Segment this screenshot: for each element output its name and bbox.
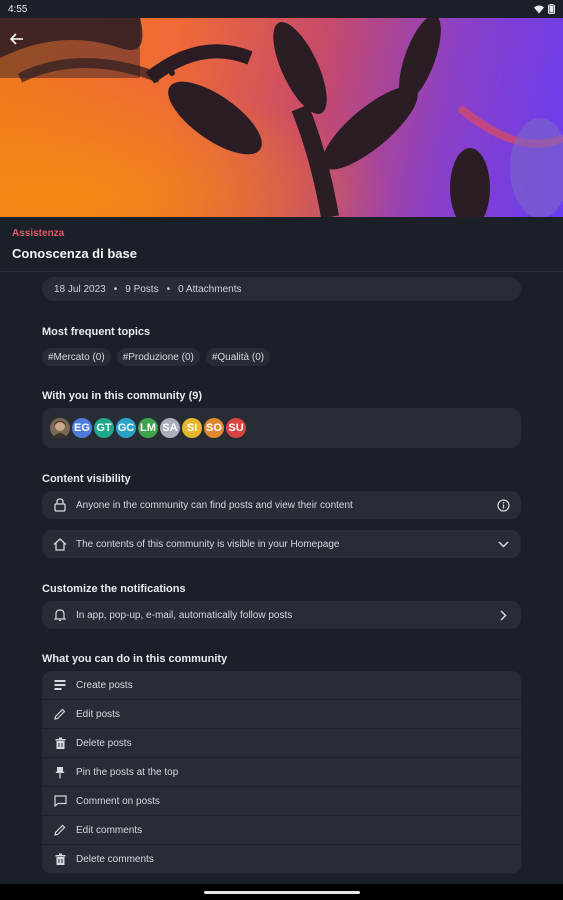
permission-label: Edit comments [76, 824, 143, 836]
cover-artwork [0, 18, 563, 217]
separator-dot: • [166, 283, 171, 295]
topic-chip[interactable]: #Produzione (0) [116, 348, 200, 366]
community-cover-image [0, 18, 563, 217]
posts-count: 9 Posts [125, 283, 159, 295]
topic-chip[interactable]: #Mercato (0) [42, 348, 111, 366]
list-item: Edit posts [42, 700, 521, 729]
separator-dot: • [113, 283, 118, 295]
lock-icon [52, 497, 68, 513]
community-details: 18 Jul 2023 • 9 Posts • 0 Attachments Mo… [42, 277, 521, 874]
topics-title: Most frequent topics [42, 326, 151, 338]
list-item: Pin the posts at the top [42, 758, 521, 787]
battery-icon [548, 4, 555, 14]
avatar[interactable]: GT [93, 417, 115, 439]
list-item: Delete comments [42, 845, 521, 874]
permission-label: Comment on posts [76, 795, 160, 807]
list-item: Edit comments [42, 816, 521, 845]
pencil-icon [52, 706, 68, 722]
trash-icon [52, 735, 68, 751]
status-time: 4:55 [8, 3, 28, 15]
community-meta: 18 Jul 2023 • 9 Posts • 0 Attachments [42, 277, 521, 301]
topic-chip[interactable]: #Qualità (0) [205, 348, 271, 366]
visibility-title: Content visibility [42, 473, 131, 485]
comment-icon [52, 793, 68, 809]
trash-icon [52, 851, 68, 867]
pencil-icon [52, 822, 68, 838]
notifications-title: Customize the notifications [42, 583, 186, 595]
page-title: Conoscenza di base [12, 246, 137, 261]
avatar[interactable]: LM [137, 417, 159, 439]
wifi-icon [534, 5, 544, 13]
notifications-text: In app, pop-up, e-mail, automatically fo… [76, 609, 293, 621]
status-bar: 4:55 [0, 0, 563, 18]
user-photo [52, 421, 68, 438]
home-icon [52, 536, 68, 552]
permissions-list: Create posts Edit posts Delete posts Pin… [42, 671, 521, 874]
arrow-left-icon [10, 33, 23, 45]
bell-icon [52, 607, 68, 623]
attachments-count: 0 Attachments [178, 283, 242, 295]
header-divider [0, 271, 563, 272]
avatar[interactable]: SU [225, 417, 247, 439]
chevron-right-icon [495, 607, 511, 623]
list-item: Comment on posts [42, 787, 521, 816]
avatar[interactable]: SA [159, 417, 181, 439]
notifications-row[interactable]: In app, pop-up, e-mail, automatically fo… [42, 601, 521, 629]
permission-label: Pin the posts at the top [76, 766, 179, 778]
visibility-privacy-text: Anyone in the community can find posts a… [76, 499, 353, 511]
permissions-title: What you can do in this community [42, 653, 228, 665]
permission-label: Create posts [76, 679, 133, 691]
permission-label: Delete comments [76, 853, 154, 865]
status-icons [534, 4, 555, 14]
back-button[interactable] [6, 28, 28, 50]
topic-chips: #Mercato (0) #Produzione (0) #Qualità (0… [42, 348, 521, 366]
visibility-homepage-row[interactable]: The contents of this community is visibl… [42, 530, 521, 558]
chevron-down-icon [495, 536, 511, 552]
home-gesture-handle[interactable] [203, 890, 360, 894]
avatar[interactable]: SO [203, 417, 225, 439]
avatar[interactable]: GC [115, 417, 137, 439]
permission-label: Delete posts [76, 737, 132, 749]
create-post-icon [52, 677, 68, 693]
permission-label: Edit posts [76, 708, 120, 720]
avatar[interactable]: SI [181, 417, 203, 439]
avatar[interactable]: EG [71, 417, 93, 439]
info-icon[interactable] [495, 497, 511, 513]
visibility-privacy-row: Anyone in the community can find posts a… [42, 491, 521, 519]
avatar[interactable] [49, 417, 71, 439]
group-label[interactable]: Assistenza [12, 228, 64, 239]
pin-icon [52, 764, 68, 780]
list-item: Create posts [42, 671, 521, 700]
members-list[interactable]: EG GT GC LM SA SI SO SU [42, 408, 521, 448]
members-title: With you in this community (9) [42, 390, 203, 402]
navigation-bar [0, 884, 563, 900]
visibility-homepage-text: The contents of this community is visibl… [76, 538, 340, 550]
list-item: Delete posts [42, 729, 521, 758]
created-date: 18 Jul 2023 [54, 283, 106, 295]
